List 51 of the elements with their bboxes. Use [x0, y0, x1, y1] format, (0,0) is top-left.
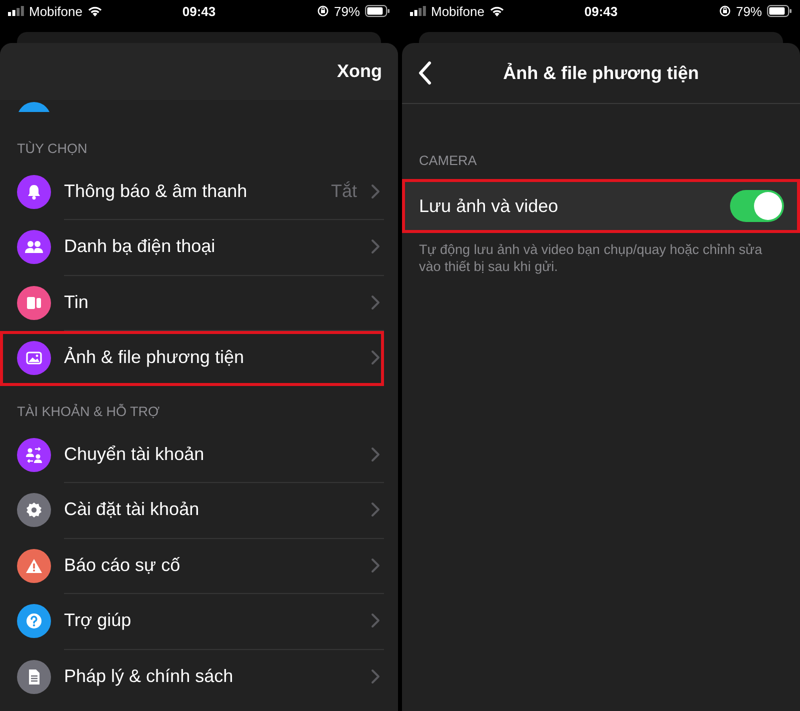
screen-title: Ảnh & file phương tiện	[503, 62, 699, 84]
settings-row[interactable]: Trợ giúp	[0, 594, 384, 649]
toggle-switch[interactable]	[730, 190, 784, 222]
battery-percent: 79%	[736, 4, 762, 18]
row-label: Pháp lý & chính sách	[64, 666, 234, 687]
row-label: Thông báo & âm thanh	[64, 180, 248, 202]
settings-row[interactable]: Thông báo & âm thanh Tắt	[0, 164, 384, 220]
chevron-icon	[371, 184, 380, 199]
section-title: CAMERA	[418, 152, 478, 170]
carrier-name: Mobifone	[431, 4, 484, 18]
row-label: Tin	[64, 292, 90, 313]
battery-percent: 79%	[334, 4, 360, 18]
done-button[interactable]: Xong	[329, 55, 398, 88]
carrier-name: Mobifone	[29, 4, 82, 18]
row-value: Tắt	[330, 180, 357, 202]
row-label: Trợ giúp	[64, 610, 132, 632]
section-title: TÀI KHOẢN & HỖ TRỢ	[16, 402, 161, 421]
chevron-icon	[371, 502, 380, 518]
rotation-lock-icon	[316, 5, 329, 17]
section-title: TÙY CHỌN	[16, 140, 88, 158]
row-label: Cài đặt tài khoản	[64, 499, 200, 520]
clock-time: 09:43	[182, 4, 216, 18]
battery-icon	[767, 5, 792, 17]
chevron-icon	[371, 558, 380, 573]
settings-row[interactable]: Ảnh & file phương tiện	[0, 330, 384, 386]
signal-icon	[410, 6, 426, 16]
settings-row[interactable]: Báo cáo sự cố	[0, 538, 384, 594]
row-label: Danh bạ điện thoại	[64, 236, 216, 258]
chevron-icon	[371, 350, 380, 366]
chevron-icon	[371, 668, 380, 684]
settings-row[interactable]: Pháp lý & chính sách	[0, 649, 384, 704]
wifi-icon	[489, 5, 506, 17]
settings-row[interactable]: Tin	[0, 275, 384, 330]
back-button[interactable]	[416, 59, 434, 87]
settings-row[interactable]: Danh bạ điện thoại	[0, 220, 384, 275]
chevron-icon	[371, 239, 380, 254]
row-label: Ảnh & file phương tiện	[64, 347, 245, 368]
settings-row[interactable]: Cài đặt tài khoản	[0, 482, 384, 538]
chevron-icon	[371, 294, 380, 310]
battery-icon	[365, 5, 390, 17]
setting-description: Tự động lưu ảnh và video bạn chụp/quay hoặc chỉnh sửa vào thiết bị sau khi gửi.	[419, 241, 764, 275]
signal-icon	[8, 6, 24, 16]
settings-row[interactable]: Chuyển tài khoản	[0, 427, 384, 482]
chevron-icon	[371, 613, 380, 628]
row-label: Chuyển tài khoản	[64, 444, 206, 465]
chevron-icon	[371, 446, 380, 462]
wifi-icon	[87, 5, 104, 17]
row-label: Báo cáo sự cố	[64, 554, 182, 576]
row-label: Lưu ảnh và video	[419, 196, 558, 216]
clock-time: 09:43	[584, 4, 618, 18]
rotation-lock-icon	[718, 5, 731, 17]
